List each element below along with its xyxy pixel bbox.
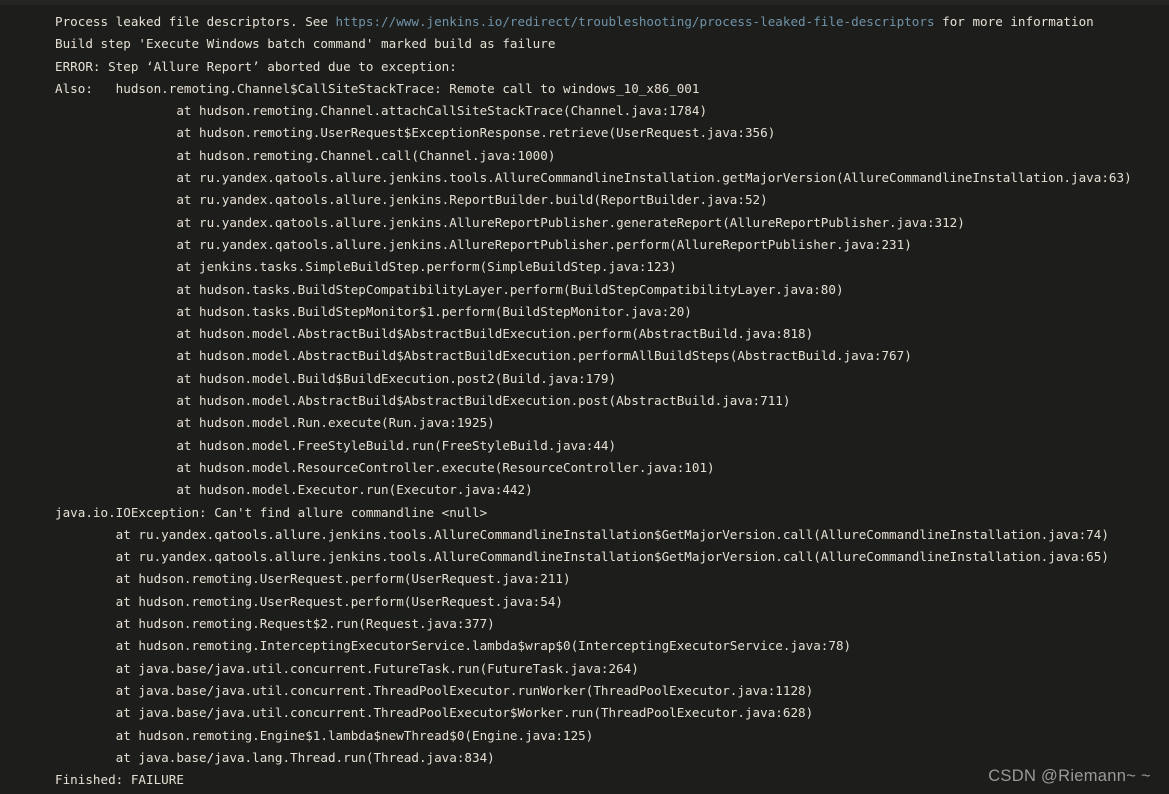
console-output-panel: Process leaked file descriptors. See htt… xyxy=(0,0,1169,794)
console-line: at java.base/java.lang.Thread.run(Thread… xyxy=(55,749,495,765)
console-line: at ru.yandex.qatools.allure.jenkins.tool… xyxy=(55,170,1132,186)
console-line: at hudson.remoting.UserRequest.perform(U… xyxy=(55,593,563,609)
console-line: at hudson.model.AbstractBuild$AbstractBu… xyxy=(55,326,814,342)
console-line: at hudson.remoting.UserRequest$Exception… xyxy=(55,125,776,141)
console-line: at hudson.model.FreeStyleBuild.run(FreeS… xyxy=(55,437,617,453)
console-line: at hudson.remoting.UserRequest.perform(U… xyxy=(55,571,571,587)
console-line: at hudson.remoting.InterceptingExecutorS… xyxy=(55,638,852,654)
console-line: at hudson.tasks.BuildStepMonitor$1.perfo… xyxy=(55,303,692,319)
console-line: at java.base/java.util.concurrent.Thread… xyxy=(55,705,814,721)
console-line: at java.base/java.util.concurrent.Thread… xyxy=(55,682,814,698)
console-log-text: Process leaked file descriptors. See htt… xyxy=(0,5,1169,791)
console-line: at java.base/java.util.concurrent.Future… xyxy=(55,660,639,676)
console-line: at hudson.model.Executor.run(Executor.ja… xyxy=(55,482,533,498)
console-line: at hudson.remoting.Channel.attachCallSit… xyxy=(55,103,708,119)
console-line: at ru.yandex.qatools.allure.jenkins.tool… xyxy=(55,549,1109,565)
console-line: at ru.yandex.qatools.allure.jenkins.Allu… xyxy=(55,214,965,230)
console-line: at hudson.remoting.Request$2.run(Request… xyxy=(55,616,495,632)
console-line: at hudson.model.AbstractBuild$AbstractBu… xyxy=(55,393,791,409)
console-line: at hudson.tasks.BuildStepCompatibilityLa… xyxy=(55,281,844,297)
console-line: at ru.yandex.qatools.allure.jenkins.Allu… xyxy=(55,236,912,252)
console-line: at jenkins.tasks.SimpleBuildStep.perform… xyxy=(55,259,677,275)
console-line: at ru.yandex.qatools.allure.jenkins.Repo… xyxy=(55,192,768,208)
console-line: at ru.yandex.qatools.allure.jenkins.tool… xyxy=(55,526,1109,542)
console-line: ERROR: Step ‘Allure Report’ aborted due … xyxy=(55,58,457,74)
console-line: Build step 'Execute Windows batch comman… xyxy=(55,36,556,52)
console-line: Also: hudson.remoting.Channel$CallSiteSt… xyxy=(55,80,700,96)
console-line: at hudson.remoting.Channel.call(Channel.… xyxy=(55,147,556,163)
jenkins-troubleshooting-link[interactable]: https://www.jenkins.io/redirect/troubles… xyxy=(336,14,935,29)
console-line: at hudson.model.Run.execute(Run.java:192… xyxy=(55,415,495,431)
console-line: at hudson.model.Build$BuildExecution.pos… xyxy=(55,370,617,386)
csdn-watermark: CSDN @Riemann~ ~ xyxy=(988,767,1151,785)
console-line: at hudson.model.ResourceController.execu… xyxy=(55,459,715,475)
console-line: at hudson.remoting.Engine$1.lambda$newTh… xyxy=(55,727,594,743)
console-line: at hudson.model.AbstractBuild$AbstractBu… xyxy=(55,348,912,364)
console-line: Process leaked file descriptors. See htt… xyxy=(55,14,1094,29)
console-line: java.io.IOException: Can't find allure c… xyxy=(55,504,488,520)
